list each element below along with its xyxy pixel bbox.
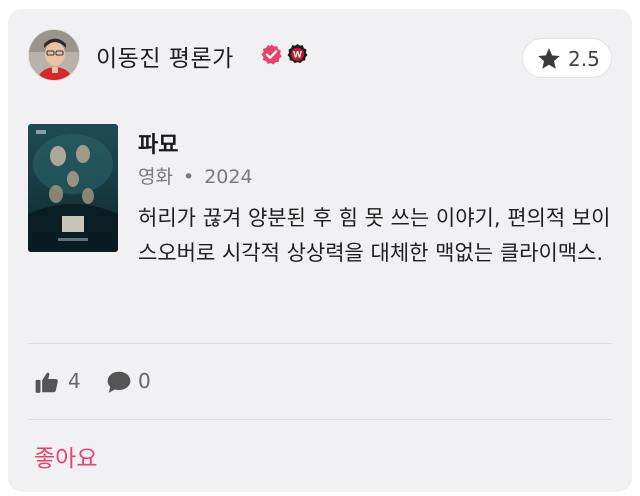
rating-badge: 2.5 — [522, 38, 612, 78]
star-icon — [536, 46, 562, 72]
movie-poster[interactable] — [28, 124, 118, 252]
w-badge-icon: W — [286, 43, 309, 66]
comment-count: 0 — [138, 369, 151, 393]
like-button[interactable]: 좋아요 — [34, 439, 97, 473]
verified-check-icon — [260, 43, 283, 66]
author-name[interactable]: 이동진 평론가 — [96, 39, 234, 73]
thumbs-up-icon — [34, 369, 60, 395]
rating-value: 2.5 — [568, 47, 600, 71]
movie-category: 영화 — [138, 166, 173, 188]
meta-separator: • — [182, 166, 195, 188]
movie-title[interactable]: 파묘 — [138, 127, 178, 159]
like-count: 4 — [68, 369, 81, 393]
divider — [28, 419, 612, 420]
w-badge-letter: W — [293, 50, 302, 60]
avatar-image — [29, 30, 79, 80]
divider — [28, 343, 612, 344]
avatar[interactable] — [28, 29, 80, 81]
review-card: 이동진 평론가 W 2.5 파묘 영화 • 2024 허리가 끊겨 양분된 후 … — [8, 9, 632, 492]
review-header: 이동진 평론가 W 2.5 — [28, 29, 612, 85]
movie-year: 2024 — [204, 166, 253, 188]
movie-meta: 영화 • 2024 — [138, 162, 253, 189]
comment-icon — [106, 370, 132, 394]
review-text[interactable]: 허리가 끊겨 양분된 후 힘 못 쓰는 이야기, 편의적 보이스오버로 시각적 … — [138, 201, 618, 271]
